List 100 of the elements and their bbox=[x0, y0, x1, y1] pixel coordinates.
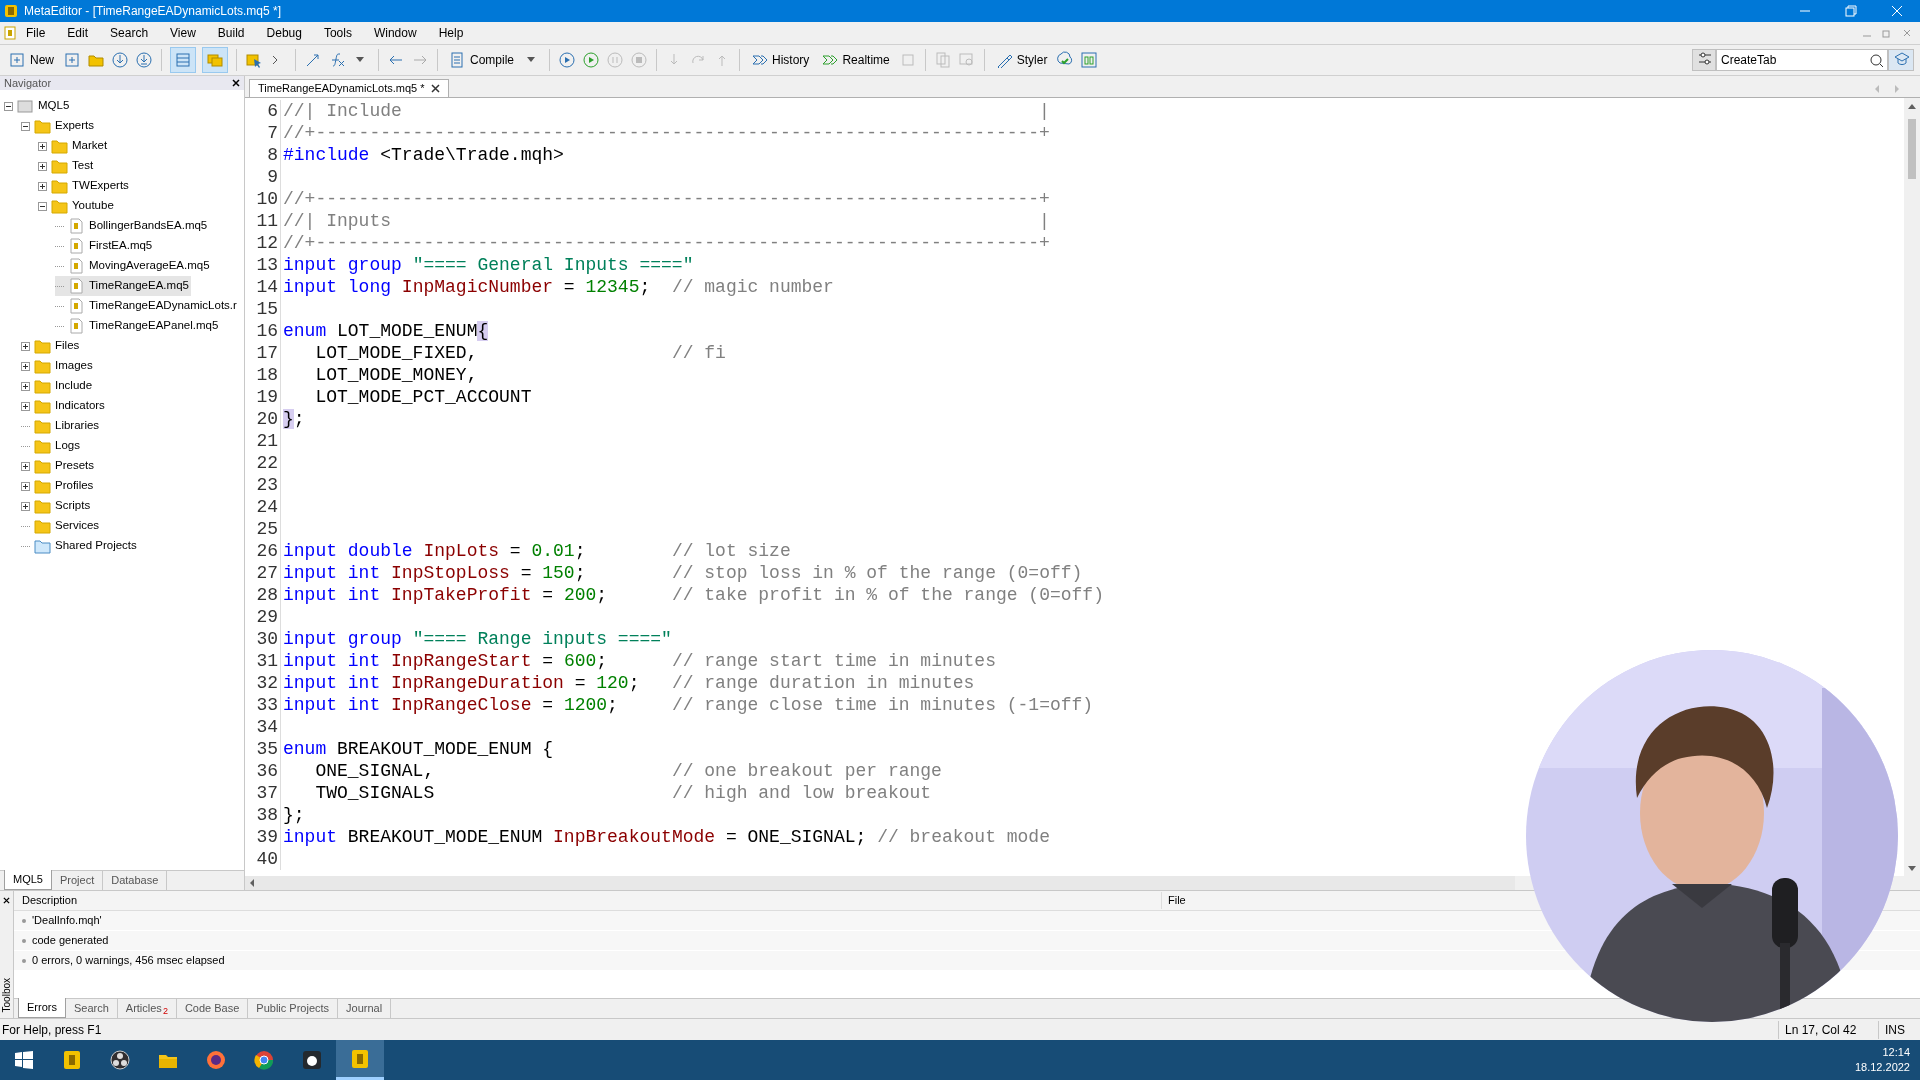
tree-item[interactable]: TimeRangeEAPanel.mq5 bbox=[55, 316, 221, 336]
expand-icon[interactable] bbox=[21, 361, 30, 371]
code-line: LOT_MODE_FIXED, // fi bbox=[314, 342, 726, 364]
tree-item[interactable]: Logs bbox=[21, 436, 82, 456]
menu-item[interactable]: Build bbox=[217, 24, 245, 42]
menu-item[interactable]: Debug bbox=[266, 24, 302, 42]
menu-item[interactable]: Help bbox=[438, 24, 464, 42]
tree-item[interactable]: Profiles bbox=[21, 476, 96, 496]
code-line: ONE_SIGNAL, // one breakout per range bbox=[314, 760, 942, 782]
tree-item[interactable]: TWExperts bbox=[38, 176, 131, 196]
expand-icon[interactable] bbox=[21, 481, 30, 491]
line-number: 37 bbox=[245, 782, 281, 804]
tree-item[interactable]: TimeRangeEADynamicLots.r bbox=[55, 296, 239, 316]
scroll-up-icon[interactable] bbox=[1908, 103, 1916, 109]
expand-icon[interactable] bbox=[21, 501, 30, 511]
expand-icon[interactable] bbox=[21, 461, 30, 471]
collapse-icon[interactable] bbox=[4, 101, 13, 111]
clock[interactable]: 12:14 18.12.2022 bbox=[1854, 1040, 1910, 1080]
tree-item[interactable]: Scripts bbox=[21, 496, 93, 516]
styler-button[interactable]: Styler bbox=[992, 48, 1051, 72]
folders-toggle[interactable] bbox=[202, 47, 228, 73]
menu-item[interactable]: Window bbox=[373, 24, 417, 42]
status-text: For Help, press F1 bbox=[2, 1021, 102, 1039]
panel-title: Toolbox bbox=[0, 977, 13, 1012]
save-all-icon[interactable] bbox=[135, 51, 153, 69]
folder-icon bbox=[51, 178, 68, 194]
tab[interactable]: Errors bbox=[18, 998, 66, 1018]
expand-icon[interactable] bbox=[21, 341, 30, 351]
file-icon bbox=[68, 298, 85, 314]
tree-item[interactable]: TimeRangeEA.mq5 bbox=[55, 276, 191, 296]
recorder-icon bbox=[109, 1049, 131, 1071]
scrollbar[interactable] bbox=[1904, 98, 1920, 876]
tree-item[interactable]: Include bbox=[21, 376, 95, 396]
tree-item[interactable]: Test bbox=[38, 156, 96, 176]
code-line: //| Include | bbox=[282, 100, 1050, 122]
scroll-thumb[interactable] bbox=[1908, 119, 1916, 179]
tree-item[interactable]: MQL5 bbox=[4, 96, 72, 116]
tree-item[interactable]: Shared Projects bbox=[21, 536, 139, 556]
realtime-button[interactable]: Realtime bbox=[818, 48, 893, 72]
app-icon bbox=[301, 1049, 323, 1071]
filter-icon[interactable] bbox=[1692, 49, 1716, 71]
menu-item[interactable]: File bbox=[26, 24, 46, 42]
academy-icon[interactable] bbox=[1888, 49, 1914, 71]
expand-icon[interactable] bbox=[21, 381, 30, 391]
message-text: 'DealInfo.mqh' bbox=[32, 913, 102, 929]
line-number: 22 bbox=[245, 452, 281, 474]
horizontal-scrollbar[interactable] bbox=[245, 876, 1515, 890]
code-line: LOT_MODE_PCT_ACCOUNT bbox=[314, 386, 532, 408]
column-header[interactable]: File bbox=[1162, 892, 1186, 909]
compile-button[interactable]: Compile bbox=[446, 48, 518, 72]
pointer-icon[interactable] bbox=[245, 51, 263, 69]
expand-icon[interactable] bbox=[21, 401, 30, 411]
close-icon[interactable] bbox=[3, 897, 10, 904]
history-button[interactable]: History bbox=[748, 48, 813, 72]
collapse-icon[interactable] bbox=[38, 201, 47, 211]
tab[interactable]: MQL5 bbox=[4, 870, 52, 890]
debug-icon[interactable] bbox=[558, 51, 577, 69]
line-number: 31 bbox=[245, 650, 281, 672]
editor-tab[interactable]: TimeRangeEADynamicLots.mq5 * bbox=[249, 79, 449, 97]
download-icon[interactable] bbox=[111, 51, 129, 69]
folder-icon bbox=[34, 418, 51, 434]
folder-icon bbox=[51, 138, 68, 154]
menu-item[interactable]: View bbox=[170, 24, 196, 42]
tree-item[interactable]: Services bbox=[21, 516, 102, 536]
folder-icon bbox=[34, 458, 51, 474]
expand-icon[interactable] bbox=[38, 141, 47, 151]
line-number: 17 bbox=[245, 342, 281, 364]
menu-item[interactable]: Search bbox=[110, 24, 149, 42]
collapse-icon[interactable] bbox=[21, 121, 30, 131]
tree-item[interactable]: MovingAverageEA.mq5 bbox=[55, 256, 212, 276]
scroll-down-icon[interactable] bbox=[1908, 866, 1916, 872]
tree-item[interactable]: Experts bbox=[21, 116, 96, 136]
new-button[interactable]: New bbox=[6, 48, 57, 72]
file-icon bbox=[68, 278, 85, 294]
line-number: 21 bbox=[245, 430, 281, 452]
tree-item[interactable]: FirstEA.mq5 bbox=[55, 236, 155, 256]
play-icon[interactable] bbox=[582, 51, 601, 69]
tree-item[interactable]: Market bbox=[38, 136, 110, 156]
column-header[interactable]: Description bbox=[14, 892, 1162, 909]
browser-icon bbox=[253, 1049, 275, 1071]
menu-item[interactable]: Edit bbox=[67, 24, 89, 42]
menu-item[interactable]: Tools bbox=[323, 24, 352, 42]
tree-item[interactable]: Youtube bbox=[38, 196, 116, 216]
expand-icon[interactable] bbox=[38, 161, 47, 171]
panel-title: Navigator bbox=[4, 75, 52, 91]
tree-item[interactable]: Presets bbox=[21, 456, 96, 476]
tree-item[interactable]: BollingerBandsEA.mq5 bbox=[55, 216, 210, 236]
panel-toggle[interactable] bbox=[170, 47, 196, 73]
tree-item[interactable]: Files bbox=[21, 336, 82, 356]
close-icon[interactable] bbox=[430, 84, 440, 93]
expand-icon[interactable] bbox=[38, 181, 47, 191]
variable-icon[interactable] bbox=[304, 51, 322, 69]
close-icon[interactable] bbox=[232, 79, 240, 87]
code-line: }; bbox=[282, 408, 305, 430]
tree-item[interactable]: Images bbox=[21, 356, 95, 376]
scroll-left-icon[interactable] bbox=[249, 879, 255, 887]
code-line: input double InpLots = 0.01; // lot size bbox=[282, 540, 791, 562]
add-icon[interactable] bbox=[63, 51, 81, 69]
tree-item[interactable]: Indicators bbox=[21, 396, 107, 416]
tree-item[interactable]: Libraries bbox=[21, 416, 102, 436]
